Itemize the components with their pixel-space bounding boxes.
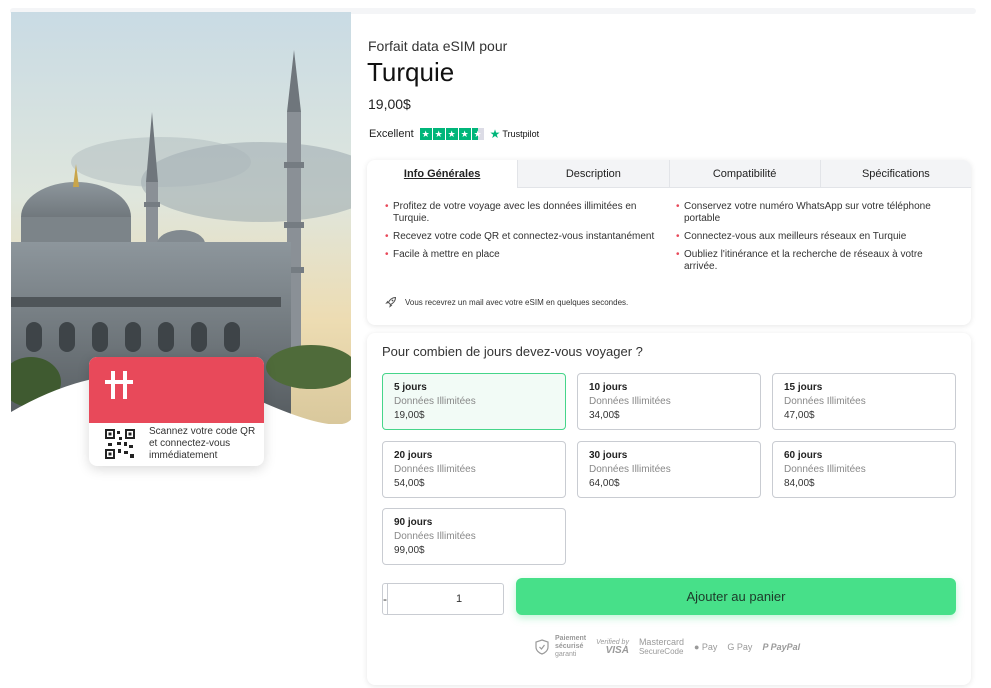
list-item: Conservez votre numéro WhatsApp sur votr… [676, 201, 953, 225]
plan-option-15-days[interactable]: 15 jours Données Illimitées 47,00$ [772, 373, 956, 430]
feature-list: Profitez de votre voyage avec les donnée… [385, 201, 953, 279]
payment-methods: Paiement sécurisé garanti Verified by VI… [535, 635, 800, 659]
star-icon: ★ [458, 128, 471, 140]
plan-data: Données Illimitées [784, 396, 866, 407]
plan-option-10-days[interactable]: 10 jours Données Illimitées 34,00$ [577, 373, 761, 430]
qr-caption: Scannez votre code QR et connectez-vous … [149, 426, 256, 461]
brand-banner [89, 357, 264, 423]
plan-price: 84,00$ [784, 478, 815, 489]
plan-option-30-days[interactable]: 30 jours Données Illimitées 64,00$ [577, 441, 761, 498]
plan-days: 90 jours [394, 517, 433, 528]
days-question: Pour combien de jours devez-vous voyager… [382, 344, 643, 359]
paypal-text: PayPal [770, 642, 801, 652]
visa-text: VISA [605, 645, 629, 656]
plan-option-20-days[interactable]: 20 jours Données Illimitées 54,00$ [382, 441, 566, 498]
add-to-cart-button[interactable]: Ajouter au panier [516, 578, 956, 615]
plan-data: Données Illimitées [589, 396, 671, 407]
plan-price: 54,00$ [394, 478, 425, 489]
plan-days: 30 jours [589, 450, 628, 461]
verified-by-visa-logo: Verified by VISA [596, 639, 629, 656]
secure-line: Paiement [555, 635, 587, 642]
star-icon: ★ [445, 128, 458, 140]
days-selector-card: Pour combien de jours devez-vous voyager… [367, 333, 971, 685]
plan-option-5-days[interactable]: 5 jours Données Illimitées 19,00$ [382, 373, 566, 430]
plan-days: 20 jours [394, 450, 433, 461]
securecode-text: SecureCode [638, 647, 684, 656]
tab-specifications[interactable]: Spécifications [820, 160, 971, 188]
plan-price: 19,00$ [394, 410, 425, 421]
secure-line: sécurisé [555, 643, 584, 650]
list-item: Oubliez l'itinérance et la recherche de … [676, 249, 953, 273]
tab-info-generales[interactable]: Info Générales [367, 160, 519, 188]
secure-payment-text: Paiement sécurisé garanti [555, 635, 586, 659]
plan-option-60-days[interactable]: 60 jours Données Illimitées 84,00$ [772, 441, 956, 498]
google-pay-logo: G Pay [727, 642, 753, 652]
star-icon: ★ [432, 128, 445, 140]
tab-description[interactable]: Description [518, 160, 670, 188]
trustpilot-stars: ★ ★ ★ ★ ★ [419, 128, 484, 140]
star-half-icon: ★ [471, 128, 484, 140]
apple-icon: ● [693, 642, 700, 652]
secure-payment-badge: Paiement sécurisé garanti [535, 635, 586, 659]
info-card: Info Générales Description Compatibilité… [367, 160, 971, 325]
rocket-icon [385, 296, 397, 308]
list-item: Connectez-vous aux meilleurs réseaux en … [676, 231, 953, 243]
trustpilot-star-icon: ★ [489, 127, 501, 141]
trustpilot-brand: Trustpilot [502, 129, 540, 139]
paypal-icon: P [762, 642, 769, 652]
qr-code-icon [105, 429, 135, 459]
plan-price: 64,00$ [589, 478, 620, 489]
plan-days: 10 jours [589, 382, 628, 393]
trustpilot-label: Excellent [369, 128, 414, 140]
plan-data: Données Illimitées [394, 464, 476, 475]
plan-data: Données Illimitées [394, 531, 476, 542]
product-subtitle: Forfait data eSIM pour [368, 38, 508, 54]
mastercard-text: Mastercard [638, 637, 684, 647]
plan-days: 60 jours [784, 450, 823, 461]
mastercard-securecode-logo: Mastercard SecureCode [638, 637, 684, 657]
list-item: Facile à mettre en place [385, 249, 662, 261]
shield-icon [535, 639, 549, 655]
plan-days: 15 jours [784, 382, 823, 393]
plan-days: 5 jours [394, 382, 427, 393]
apple-pay-text: Pay [701, 642, 718, 652]
promo-card: Scannez votre code QR et connectez-vous … [89, 357, 264, 466]
tab-compatibilite[interactable]: Compatibilité [669, 160, 821, 188]
mail-note: Vous recevrez un mail avec votre eSIM en… [385, 296, 628, 308]
plan-price: 34,00$ [589, 410, 620, 421]
secure-line: garanti [555, 651, 577, 658]
page-title: Turquie [367, 57, 455, 87]
feature-list-left: Profitez de votre voyage avec les donnée… [385, 201, 662, 279]
star-icon: ★ [419, 128, 432, 140]
list-item: Recevez votre code QR et connectez-vous … [385, 231, 662, 243]
quantity-stepper: - + [382, 583, 538, 615]
trustpilot-widget[interactable]: Excellent ★ ★ ★ ★ ★ ★ Trustpilot [369, 127, 539, 141]
plan-data: Données Illimitées [394, 396, 476, 407]
product-price: 19,00$ [368, 96, 411, 112]
apple-pay-logo: ● Pay [694, 642, 717, 652]
quantity-input[interactable] [388, 584, 530, 614]
tab-bar: Info Générales Description Compatibilité… [367, 160, 971, 188]
list-item: Profitez de votre voyage avec les donnée… [385, 201, 662, 225]
mail-note-text: Vous recevrez un mail avec votre eSIM en… [405, 297, 629, 307]
plan-price: 47,00$ [784, 410, 815, 421]
plan-option-90-days[interactable]: 90 jours Données Illimitées 99,00$ [382, 508, 566, 565]
holafly-logo-icon [105, 371, 133, 399]
feature-list-right: Conservez votre numéro WhatsApp sur votr… [676, 201, 953, 279]
plan-data: Données Illimitées [784, 464, 866, 475]
trustpilot-logo: ★ Trustpilot [490, 127, 539, 141]
plan-price: 99,00$ [394, 545, 425, 556]
paypal-logo: P PayPal [762, 642, 800, 652]
plan-data: Données Illimitées [589, 464, 671, 475]
